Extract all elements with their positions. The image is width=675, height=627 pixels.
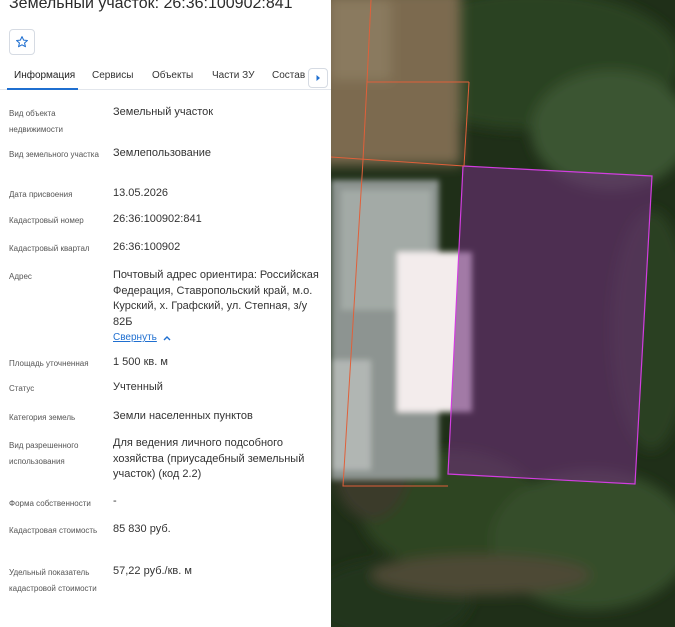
- tab-objects[interactable]: Объекты: [152, 70, 193, 81]
- value-parcel-type: Землепользование: [113, 147, 212, 159]
- value-status: Учтенный: [113, 381, 163, 393]
- info-panel: Земельный участок: 26:36:100902:841 Инфо…: [0, 0, 331, 627]
- active-tab-indicator: [7, 88, 78, 90]
- label-address: Адрес: [9, 272, 32, 281]
- map-canvas: [331, 0, 675, 627]
- value-assign-date: 13.05.2026: [113, 187, 169, 199]
- collapse-link-label: Свернуть: [113, 332, 157, 343]
- selected-parcel[interactable]: [447, 165, 653, 485]
- tab-services[interactable]: Сервисы: [92, 70, 133, 81]
- label-ownership: Форма собственности: [9, 499, 91, 508]
- value-cadastral-value: 85 830 руб.: [113, 523, 171, 535]
- value-specific-value: 57,22 руб./кв. м: [113, 565, 192, 577]
- satellite-map[interactable]: [331, 0, 675, 627]
- page-title: Земельный участок: 26:36:100902:841: [9, 0, 293, 12]
- value-permitted-use: Для ведения личного подсобного хозяйства…: [113, 437, 305, 480]
- tab-info[interactable]: Информация: [14, 70, 75, 81]
- value-cadastral-number: 26:36:100902:841: [113, 213, 202, 225]
- label-cadastral-number: Кадастровый номер: [9, 216, 84, 225]
- tab-composition[interactable]: Состав: [272, 70, 305, 81]
- label-parcel-type: Вид земельного участка: [9, 150, 99, 159]
- label-land-category: Категория земель: [9, 413, 76, 422]
- value-cadastral-quarter: 26:36:100902: [113, 241, 181, 253]
- label-specific-value: Удельный показатель кадастровой стоимост…: [9, 568, 97, 593]
- collapse-link[interactable]: Свернуть: [113, 332, 171, 343]
- value-ownership: -: [113, 495, 117, 507]
- value-object-type: Земельный участок: [113, 106, 214, 118]
- chevron-right-icon: [316, 75, 320, 81]
- label-permitted-use: Вид разрешенного использования: [9, 441, 79, 466]
- label-object-type: Вид объекта недвижимости: [9, 109, 63, 134]
- value-land-category: Земли населенных пунктов: [113, 410, 253, 422]
- label-cadastral-quarter: Кадастровый квартал: [9, 244, 90, 253]
- label-area: Площадь уточненная: [9, 359, 89, 368]
- label-status: Статус: [9, 384, 35, 393]
- value-address: Почтовый адрес ориентира: Российская Фед…: [113, 269, 319, 328]
- label-cadastral-value: Кадастровая стоимость: [9, 526, 98, 535]
- favorite-button[interactable]: [9, 29, 35, 55]
- tab-bar: Информация Сервисы Объекты Части ЗУ Сост…: [0, 64, 331, 90]
- tab-parts[interactable]: Части ЗУ: [212, 70, 254, 81]
- label-assign-date: Дата присвоения: [9, 190, 73, 199]
- tabs-next-button[interactable]: [308, 68, 328, 88]
- value-area: 1 500 кв. м: [113, 356, 168, 368]
- star-outline-icon: [16, 36, 28, 48]
- chevron-up-icon: [163, 335, 171, 340]
